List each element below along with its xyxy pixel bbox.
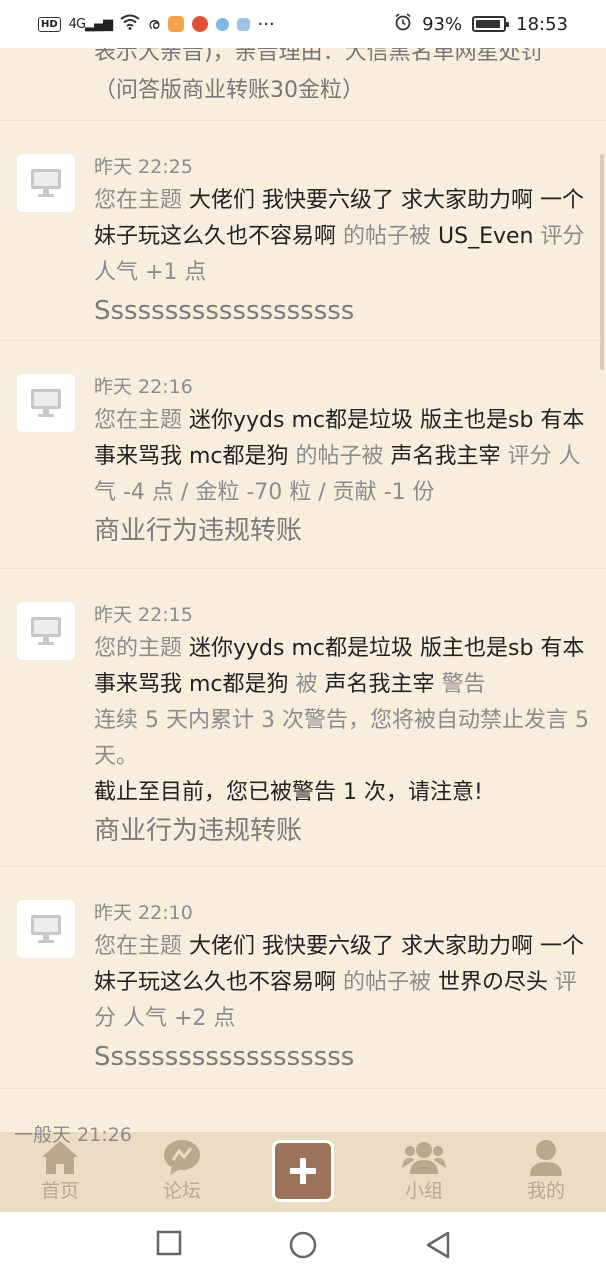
battery-percent: 93%	[422, 13, 463, 35]
message-prefix: 您在主题	[94, 934, 183, 959]
app-icon	[236, 17, 250, 31]
message-prefix: 您的主题	[94, 636, 183, 661]
divider	[0, 568, 606, 569]
notification-reason: 商业行为违规转账	[94, 816, 303, 846]
notification-message: 您在主题 大佬们 我快要六级了 求大家助力啊 一个妹子玩这么久也不容易啊 的帖子…	[94, 929, 594, 1037]
computer-icon	[31, 915, 61, 943]
notification-list[interactable]: 表示大亲音)，亲音理由：大信黑名单网星处罚 （问答版商业转账30金粒） 昨天 2…	[0, 48, 606, 1132]
clock: 18:53	[516, 13, 568, 35]
message-action: 警告	[441, 672, 486, 697]
nav-group-label: 小组	[404, 1180, 443, 1202]
notification-reason: Sssssssssssssssssss	[94, 1042, 355, 1072]
user-link[interactable]: 世界の尽头	[438, 970, 548, 995]
notification-time: 昨天 22:16	[94, 376, 193, 398]
avatar[interactable]	[17, 154, 75, 212]
user-link[interactable]: 声名我主宰	[391, 444, 501, 469]
plus-icon	[290, 1158, 316, 1184]
alarm-icon	[394, 12, 412, 36]
notification-reason: Sssssssssssssssssss	[94, 296, 355, 326]
nav-forum-label: 论坛	[162, 1180, 201, 1202]
avatar[interactable]	[17, 602, 75, 660]
divider	[0, 340, 606, 341]
message-mid: 被	[295, 672, 318, 697]
app-icon	[167, 16, 184, 32]
battery-icon	[472, 16, 510, 32]
message-mid: 的帖子被	[343, 224, 432, 249]
nav-group[interactable]: 小组	[374, 1132, 474, 1212]
more-icon: ···	[257, 13, 275, 35]
bottom-nav: 一般天 21:26 首页 论坛 小组 我的	[0, 1124, 606, 1212]
circle-icon	[289, 1231, 317, 1259]
divider	[0, 866, 606, 867]
nav-forum[interactable]: 论坛	[132, 1132, 232, 1212]
divider	[0, 120, 606, 121]
square-icon	[156, 1230, 182, 1256]
notification-reason: 商业行为违规转账	[94, 516, 303, 546]
network-type: 4G	[68, 16, 86, 32]
warning-note: 连续 5 天内累计 3 次警告，您将被自动禁止发言 5 天。	[94, 708, 589, 769]
weibo-icon: ര	[148, 14, 160, 33]
add-button[interactable]	[272, 1140, 334, 1202]
signal-icon: 4G▂▄▆	[68, 16, 113, 32]
triangle-back-icon	[426, 1231, 450, 1259]
status-left: HD 4G▂▄▆ ര ···	[38, 14, 275, 35]
avatar[interactable]	[17, 900, 75, 958]
chat-bubble-icon	[132, 1132, 232, 1176]
computer-icon	[31, 389, 61, 417]
avatar[interactable]	[17, 374, 75, 432]
person-icon	[496, 1132, 596, 1176]
user-link[interactable]: 声名我主宰	[325, 672, 435, 697]
notification-time: 昨天 22:25	[94, 156, 193, 178]
computer-icon	[31, 617, 61, 645]
partial-notification: 表示大亲音)，亲音理由：大信黑名单网星处罚 （问答版商业转账30金粒）	[94, 48, 594, 110]
notification-time: 昨天 22:15	[94, 604, 193, 626]
recent-apps-button[interactable]	[156, 1230, 182, 1260]
app-icon	[215, 17, 229, 31]
message-mid: 的帖子被	[295, 444, 384, 469]
message-prefix: 您在主题	[94, 408, 183, 433]
status-right: 93% 18:53	[394, 12, 568, 36]
nav-home-label: 首页	[40, 1180, 79, 1202]
notification-message: 您在主题 大佬们 我快要六级了 求大家助力啊 一个妹子玩这么久也不容易啊 的帖子…	[94, 183, 594, 291]
notification-message: 您在主题 迷你yyds mc都是垃圾 版主也是sb 有本事来骂我 mc都是狗 的…	[94, 403, 594, 511]
user-link[interactable]: US_Even	[438, 224, 533, 249]
app-icon	[191, 16, 208, 32]
partial-line: （问答版商业转账30金粒）	[94, 78, 364, 103]
status-bar: HD 4G▂▄▆ ര ··· 93% 18:53	[0, 0, 606, 48]
group-icon	[374, 1132, 474, 1176]
divider	[0, 1088, 606, 1089]
computer-icon	[31, 169, 61, 197]
home-button[interactable]	[288, 1230, 318, 1264]
nav-mine[interactable]: 我的	[496, 1132, 596, 1212]
notification-message: 您的主题 迷你yyds mc都是垃圾 版主也是sb 有本事来骂我 mc都是狗 被…	[94, 631, 594, 703]
message-mid: 的帖子被	[343, 970, 432, 995]
scrollbar[interactable]	[600, 154, 604, 370]
nav-mine-label: 我的	[526, 1180, 565, 1202]
warning-count: 截止至目前，您已被警告 1 次，请注意!	[94, 780, 483, 805]
partial-line: 表示大亲音)，亲音理由：大信黑名单网星处罚	[94, 48, 543, 65]
system-nav-bar	[0, 1212, 606, 1280]
wifi-icon	[120, 14, 140, 35]
hd-icon: HD	[38, 16, 61, 32]
back-button[interactable]	[424, 1230, 452, 1264]
notification-time: 昨天 22:10	[94, 902, 193, 924]
message-prefix: 您在主题	[94, 188, 183, 213]
peek-text: 一般天 21:26	[14, 1124, 132, 1146]
